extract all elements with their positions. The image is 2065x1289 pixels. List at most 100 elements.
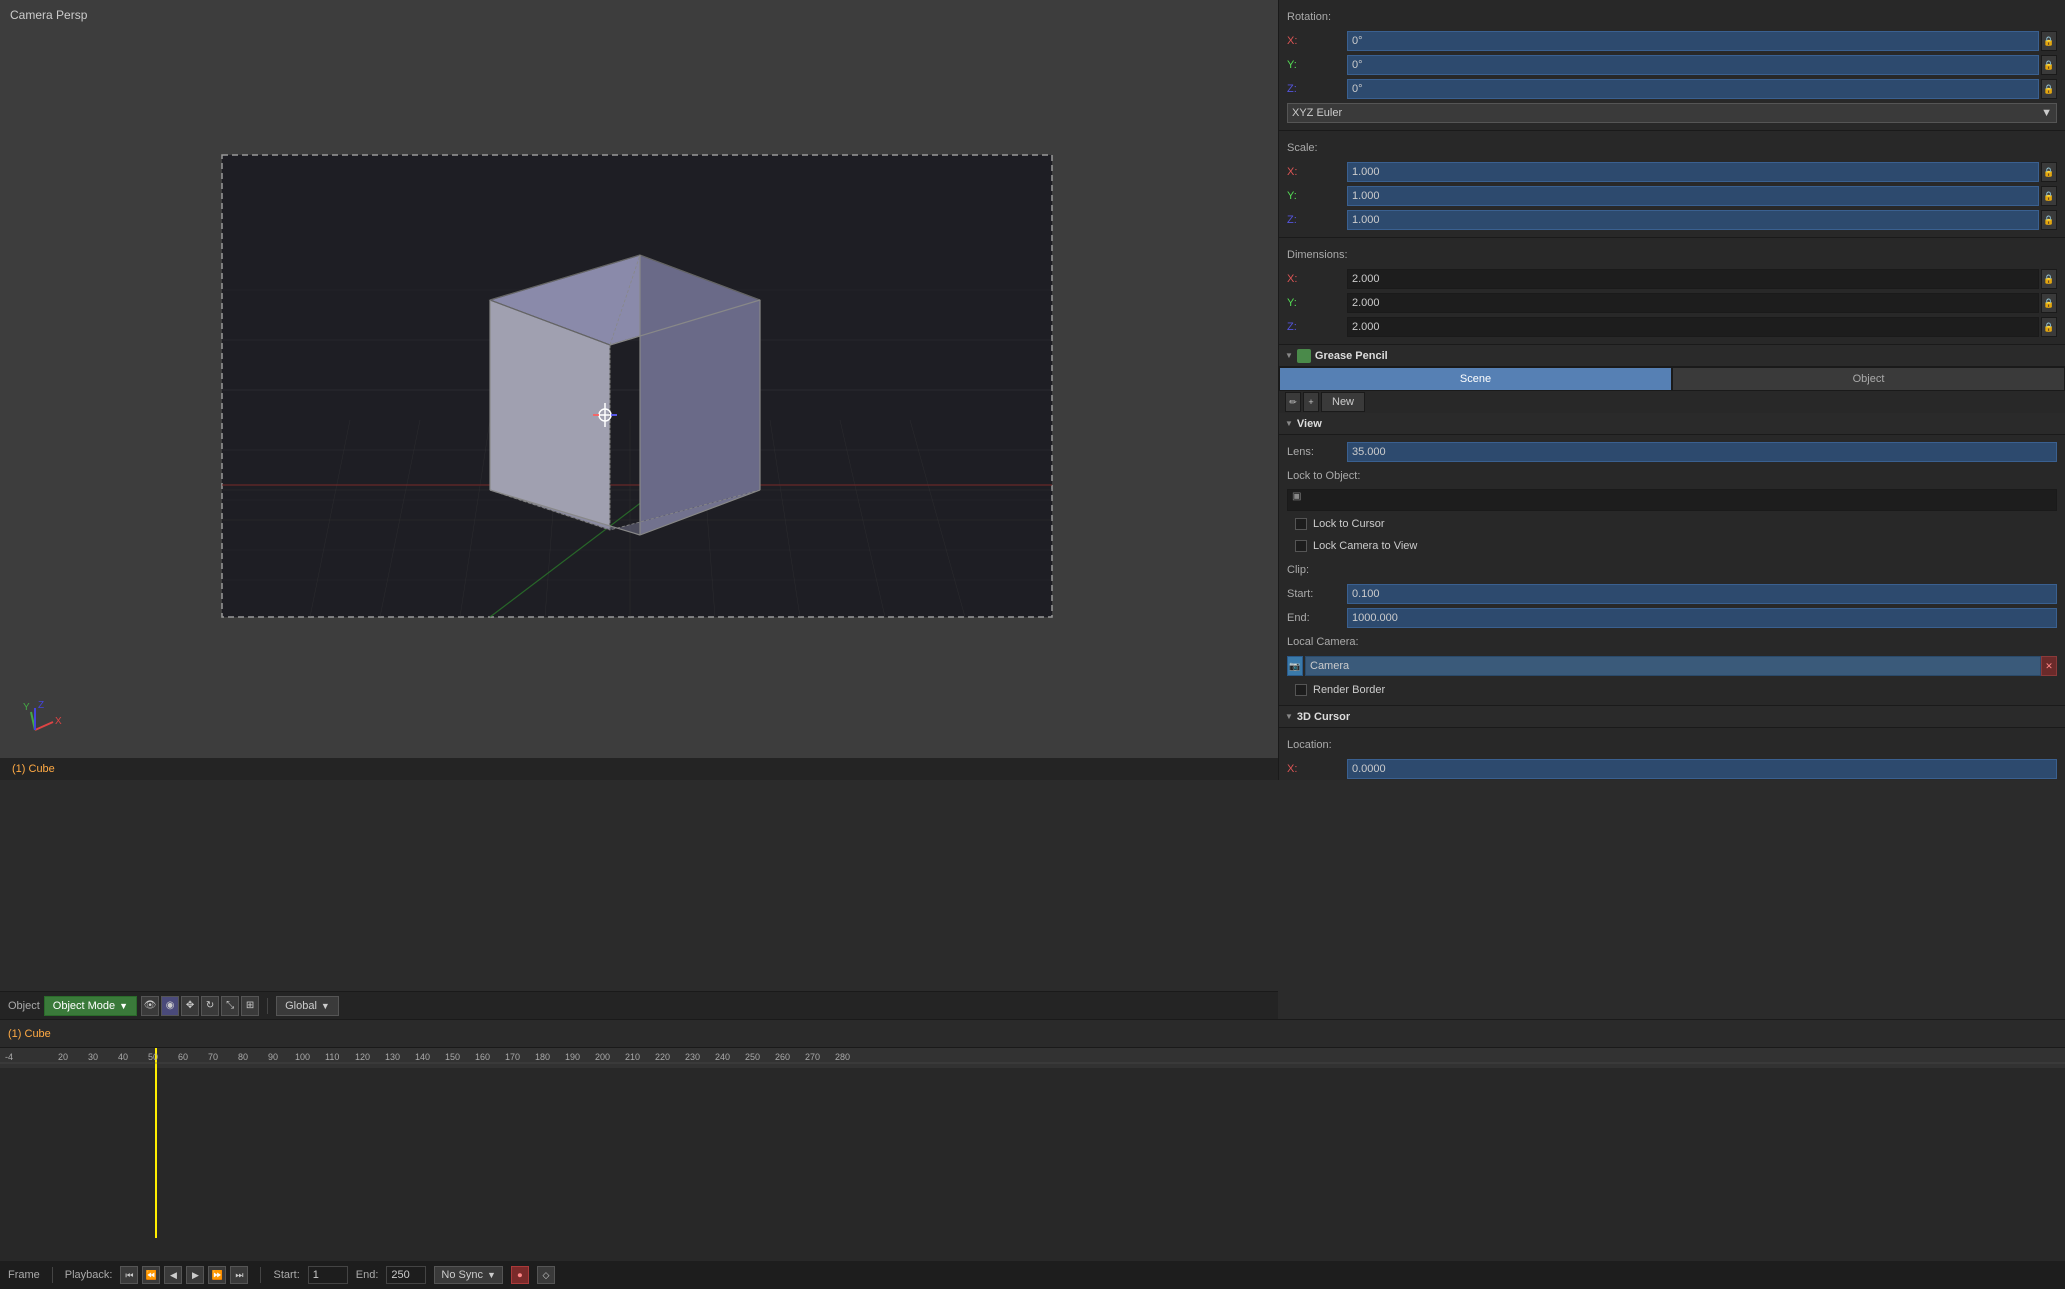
- no-sync-dropdown[interactable]: No Sync ▼: [434, 1266, 503, 1284]
- end-frame-field[interactable]: 250: [386, 1266, 426, 1284]
- camera-icon[interactable]: 📷: [1287, 656, 1303, 676]
- clip-end-label: End:: [1287, 612, 1347, 624]
- rotation-title-row: Rotation:: [1287, 6, 2057, 28]
- rotation-label: Rotation:: [1287, 11, 1347, 23]
- step-forward-btn[interactable]: ⏩: [208, 1266, 226, 1284]
- lock-camera-row[interactable]: Lock Camera to View: [1287, 535, 2057, 557]
- cursor-x-field[interactable]: 0.0000: [1347, 759, 2057, 779]
- transform-btn[interactable]: ⊞: [241, 996, 259, 1016]
- rotation-z-field[interactable]: 0°: [1347, 79, 2039, 99]
- lens-label: Lens:: [1287, 446, 1347, 458]
- viewport-label: Camera Persp: [10, 8, 87, 22]
- svg-text:120: 120: [355, 1052, 370, 1062]
- clip-end-field[interactable]: 1000.000: [1347, 608, 2057, 628]
- timeline-header: (1) Cube: [0, 1020, 2065, 1048]
- timeline-body[interactable]: [0, 1068, 2065, 1238]
- camera-field[interactable]: Camera: [1305, 656, 2041, 676]
- clip-end-row: End: 1000.000: [1287, 607, 2057, 629]
- start-frame-field[interactable]: 1: [308, 1266, 348, 1284]
- global-dropdown[interactable]: Global ▼: [276, 996, 339, 1016]
- play-reverse-btn[interactable]: ◀: [164, 1266, 182, 1284]
- svg-text:X: X: [55, 716, 62, 727]
- clip-row: Clip:: [1287, 559, 2057, 581]
- mode-buttons: 👁 ◉ ✥ ↻ ⤡ ⊞: [141, 996, 259, 1016]
- lock-camera-checkbox[interactable]: [1295, 540, 1307, 552]
- scale-x-lock[interactable]: 🔒: [2041, 162, 2057, 182]
- play-btn[interactable]: ▶: [186, 1266, 204, 1284]
- scale-y-field[interactable]: 1.000: [1347, 186, 2039, 206]
- tab-object[interactable]: Object: [1672, 367, 2065, 391]
- cursor-3d-header[interactable]: ▼ 3D Cursor: [1279, 706, 2065, 728]
- dimensions-x-lock[interactable]: 🔒: [2041, 269, 2057, 289]
- svg-text:130: 130: [385, 1052, 400, 1062]
- svg-text:50: 50: [148, 1052, 158, 1062]
- main-viewport[interactable]: Camera Persp: [0, 0, 1278, 780]
- lock-cursor-checkbox[interactable]: [1295, 518, 1307, 530]
- new-button[interactable]: New: [1321, 392, 1365, 412]
- svg-text:20: 20: [58, 1052, 68, 1062]
- rotation-y-lock[interactable]: 🔒: [2041, 55, 2057, 75]
- scale-btn[interactable]: ⤡: [221, 996, 239, 1016]
- dimensions-x-label: X:: [1287, 273, 1347, 285]
- status-bar: Frame Playback: ⏮ ⏪ ◀ ▶ ⏩ ⏭ Start: 1 End…: [0, 1261, 2065, 1289]
- scale-x-field[interactable]: 1.000: [1347, 162, 2039, 182]
- dimensions-y-lock[interactable]: 🔒: [2041, 293, 2057, 313]
- step-back-btn[interactable]: ⏪: [142, 1266, 160, 1284]
- camera-x-button[interactable]: ✕: [2041, 656, 2057, 676]
- select-btn[interactable]: ◉: [161, 996, 179, 1016]
- pencil-icon[interactable]: ✏: [1285, 392, 1301, 412]
- rotation-x-label: X:: [1287, 35, 1347, 47]
- clip-start-label: Start:: [1287, 588, 1347, 600]
- jump-end-btn[interactable]: ⏭: [230, 1266, 248, 1284]
- dimensions-y-label: Y:: [1287, 297, 1347, 309]
- cursor-x-row: X: 0.0000: [1287, 758, 2057, 780]
- rotation-z-label: Z:: [1287, 83, 1347, 95]
- end-label: End:: [356, 1269, 379, 1281]
- render-border-checkbox[interactable]: [1295, 684, 1307, 696]
- jump-start-btn[interactable]: ⏮: [120, 1266, 138, 1284]
- lens-field[interactable]: 35.000: [1347, 442, 2057, 462]
- dimensions-z-lock[interactable]: 🔒: [2041, 317, 2057, 337]
- scale-z-field[interactable]: 1.000: [1347, 210, 2039, 230]
- scale-y-row: Y: 1.000 🔒: [1287, 185, 2057, 207]
- scale-y-lock[interactable]: 🔒: [2041, 186, 2057, 206]
- rotation-x-lock[interactable]: 🔒: [2041, 31, 2057, 51]
- svg-text:110: 110: [325, 1052, 339, 1062]
- viewport-canvas: X Y Z: [0, 0, 1278, 780]
- rotation-z-lock[interactable]: 🔒: [2041, 79, 2057, 99]
- timeline-ruler[interactable]: -4 20 30 40 50 60 70 80 90 100 110 120 1…: [0, 1048, 2065, 1068]
- svg-text:260: 260: [775, 1052, 790, 1062]
- rotation-y-label: Y:: [1287, 59, 1347, 71]
- view-content: Lens: 35.000 Lock to Object: ▣ Lock to C…: [1279, 435, 2065, 706]
- scale-z-lock[interactable]: 🔒: [2041, 210, 2057, 230]
- keyframe-button[interactable]: ◇: [537, 1266, 555, 1284]
- euler-dropdown[interactable]: XYZ Euler ▼: [1287, 103, 2057, 123]
- move-btn[interactable]: ✥: [181, 996, 199, 1016]
- rotate-btn[interactable]: ↻: [201, 996, 219, 1016]
- grease-pencil-header[interactable]: ▼ Grease Pencil: [1279, 345, 2065, 367]
- svg-text:Y: Y: [23, 702, 30, 713]
- svg-text:210: 210: [625, 1052, 640, 1062]
- tab-scene[interactable]: Scene: [1279, 367, 1672, 391]
- view-title: View: [1297, 418, 1322, 430]
- view-btn[interactable]: 👁: [141, 996, 159, 1016]
- dimensions-z-field[interactable]: 2.000: [1347, 317, 2039, 337]
- scale-x-row: X: 1.000 🔒: [1287, 161, 2057, 183]
- dimensions-x-field[interactable]: 2.000: [1347, 269, 2039, 289]
- svg-text:160: 160: [475, 1052, 490, 1062]
- record-button[interactable]: ⏺: [511, 1266, 529, 1284]
- rotation-y-field[interactable]: 0°: [1347, 55, 2039, 75]
- object-mode-dropdown[interactable]: Object Mode ▼: [44, 996, 137, 1016]
- dimensions-section: Dimensions: X: 2.000 🔒 Y: 2.000 🔒 Z: 2.0…: [1279, 238, 2065, 345]
- separator-2: [260, 1267, 261, 1283]
- lock-cursor-label: Lock to Cursor: [1313, 518, 1385, 530]
- view-section-header[interactable]: ▼ View: [1279, 413, 2065, 435]
- render-border-row[interactable]: Render Border: [1287, 679, 2057, 701]
- dimensions-y-field[interactable]: 2.000: [1347, 293, 2039, 313]
- lock-object-field[interactable]: ▣: [1287, 489, 2057, 511]
- lock-cursor-row[interactable]: Lock to Cursor: [1287, 513, 2057, 535]
- cursor-3d-title: 3D Cursor: [1297, 711, 1350, 723]
- clip-start-field[interactable]: 0.100: [1347, 584, 2057, 604]
- rotation-x-field[interactable]: 0°: [1347, 31, 2039, 51]
- add-icon[interactable]: +: [1303, 392, 1319, 412]
